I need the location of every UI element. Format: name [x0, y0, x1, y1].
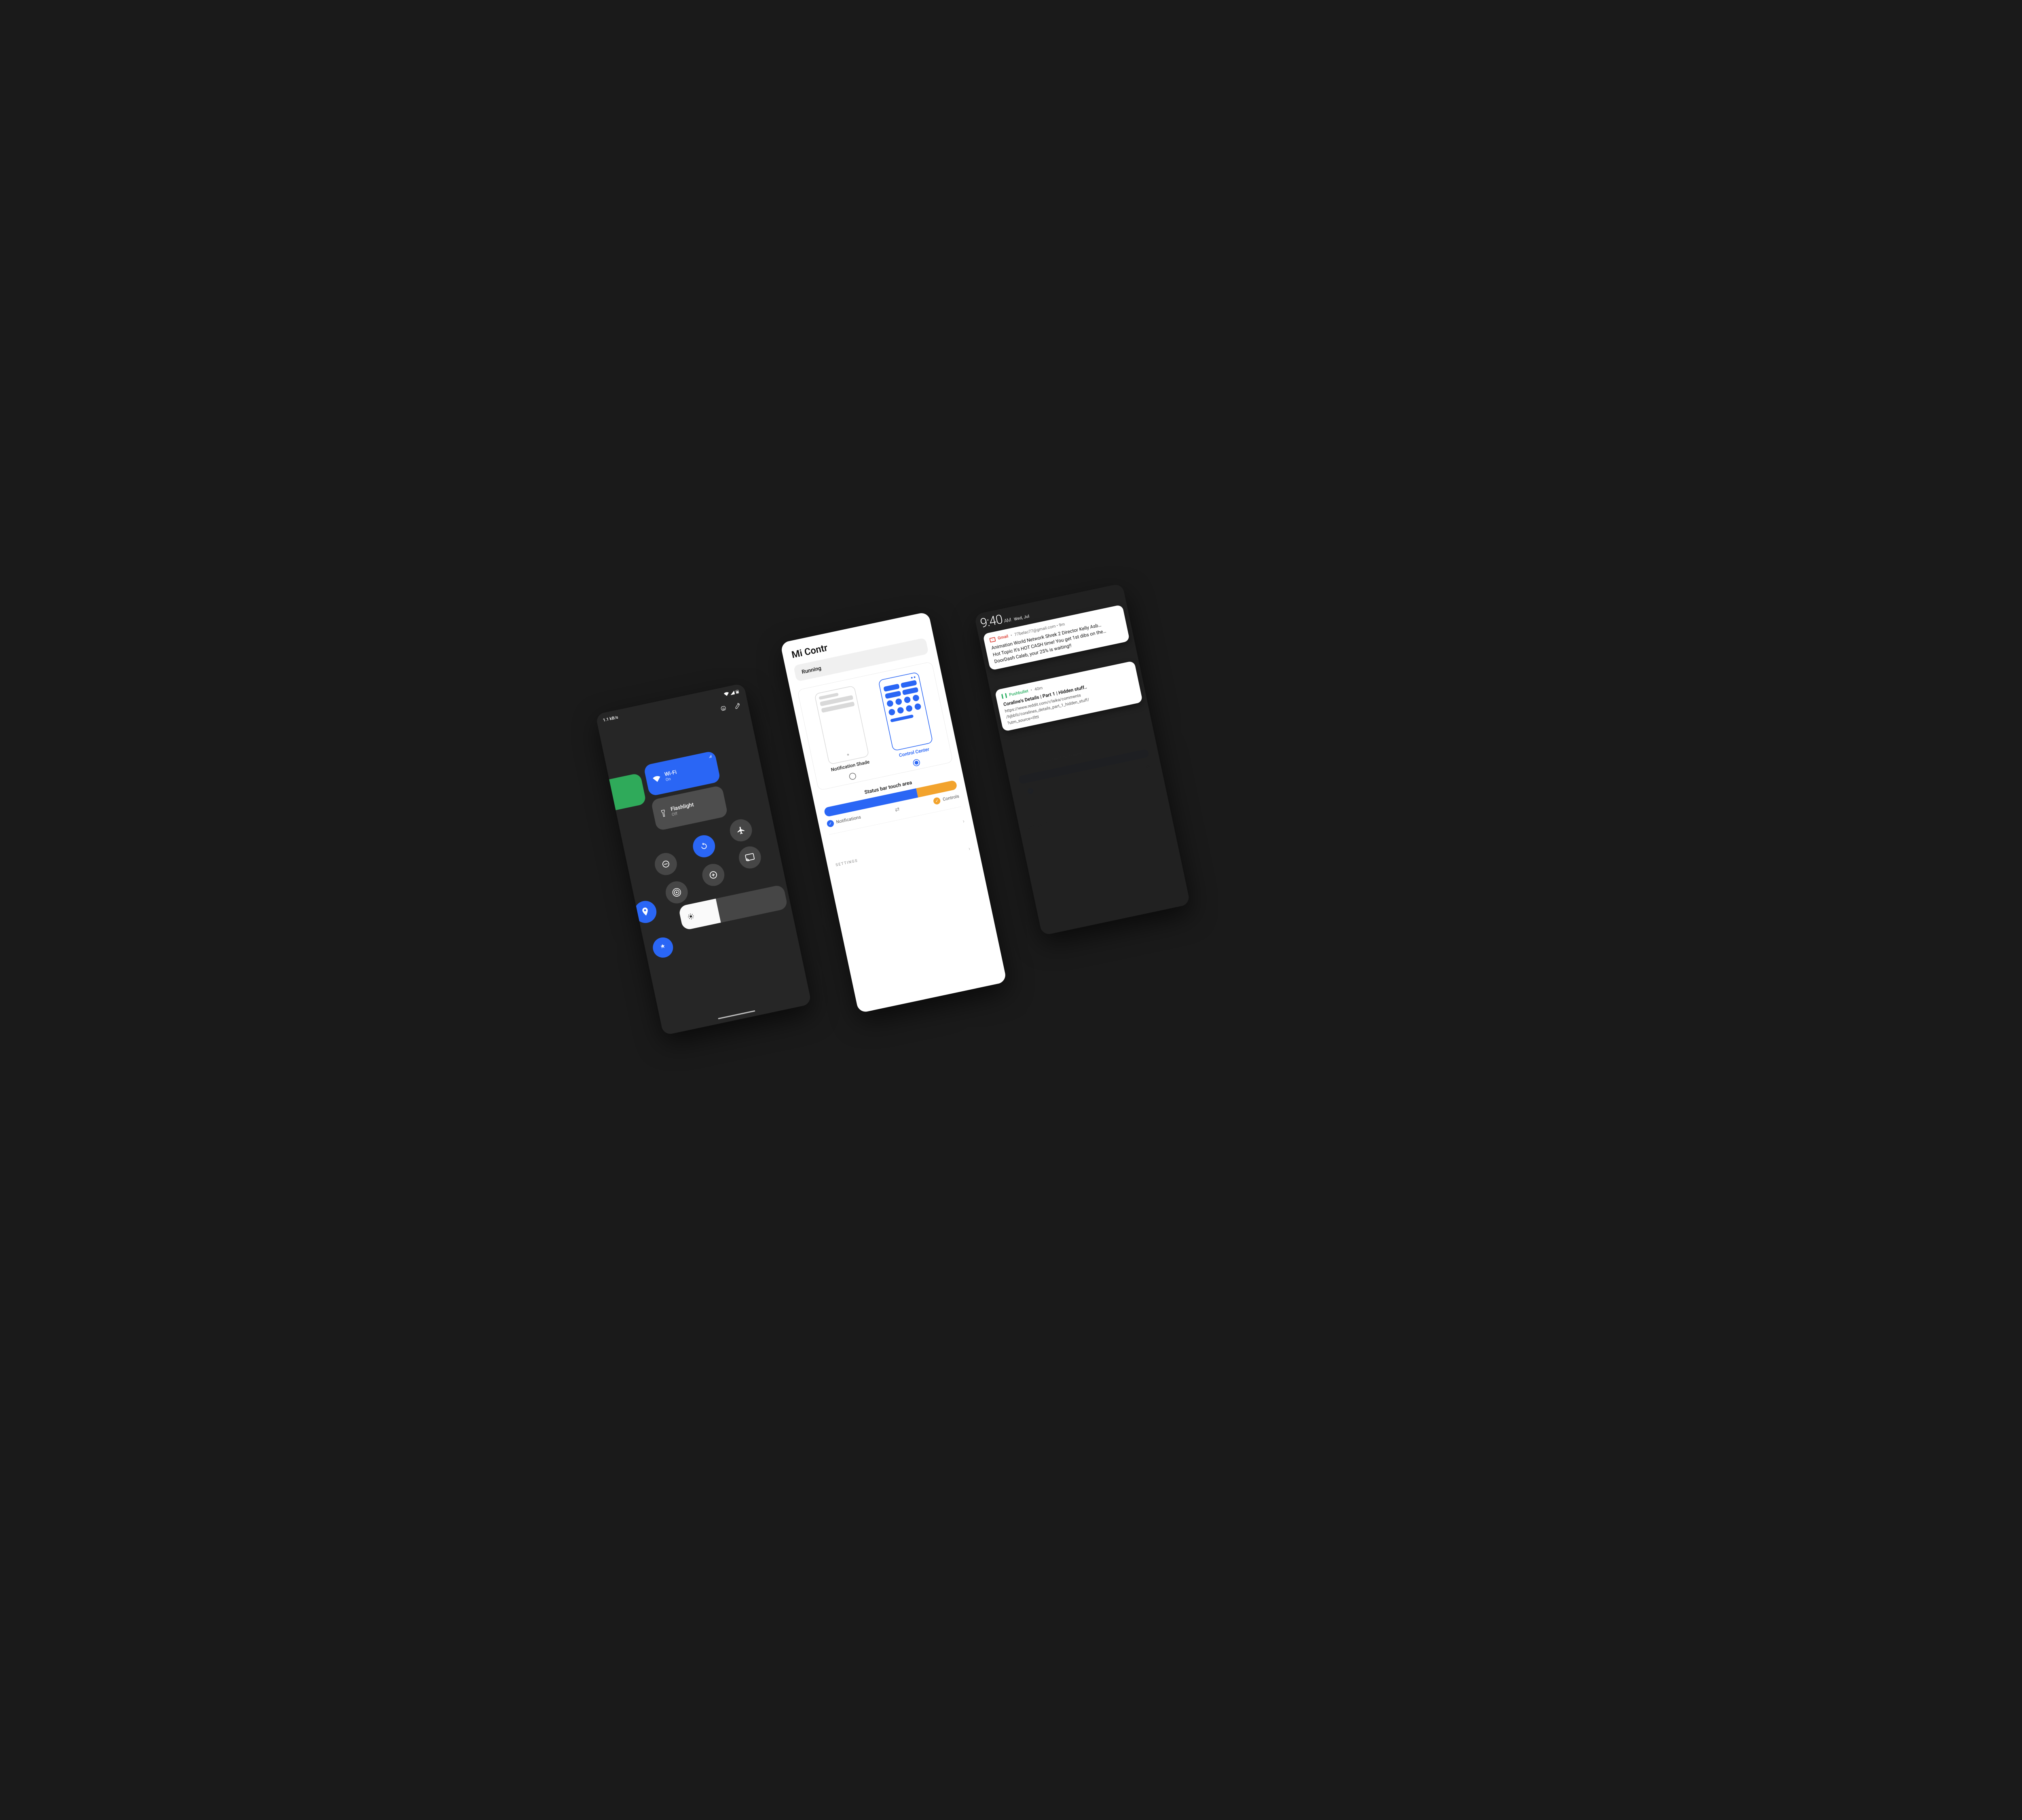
flashlight-icon — [659, 809, 668, 818]
mode-option-control-center[interactable]: Control Center — [875, 671, 940, 772]
left-phone-control-center: Notification Shade 1.1 kB/s nter ter ta … — [595, 683, 812, 1035]
settings-gear-icon[interactable] — [719, 704, 728, 714]
cast-icon — [745, 853, 755, 862]
status-date: Wed, Jul — [1013, 614, 1030, 622]
radio-selected[interactable] — [912, 759, 920, 767]
gmail-icon — [989, 637, 996, 643]
chevron-right-icon: › — [962, 818, 965, 825]
airplane-icon — [736, 825, 746, 836]
status-icons — [723, 690, 739, 696]
chevron-right-icon: › — [968, 845, 971, 852]
location-icon — [641, 907, 650, 917]
wifi-icon — [652, 774, 662, 784]
pushbullet-icon — [1001, 693, 1007, 699]
data-rate: 1.1 kB/s — [603, 715, 618, 722]
auto-brightness-icon: A — [658, 943, 668, 952]
dnd-icon — [661, 859, 670, 869]
rotate-icon — [699, 841, 709, 851]
hotspot-icon — [671, 887, 682, 898]
center-phone-settings: Mi Contr Running Notification Shade Cont… — [780, 612, 1007, 1013]
mode-selector: Notification Shade Control Center — [797, 661, 953, 790]
right-phone-notifications: Notification Shade Status bar touch area… — [974, 583, 1191, 935]
notif-app-name: Pushbullet — [1009, 689, 1029, 697]
notif-meta: 40m — [1034, 686, 1043, 692]
target-add-icon — [708, 870, 719, 880]
controls-touch-label[interactable]: ✓Controls — [933, 793, 960, 805]
expand-corner-icon — [708, 754, 712, 758]
check-icon: ✓ — [933, 797, 941, 805]
check-icon: ✓ — [826, 819, 834, 827]
notif-app-name: Gmail — [997, 634, 1009, 641]
mode-option-shade[interactable]: Notification Shade — [811, 685, 876, 786]
brightness-icon — [687, 912, 695, 921]
swap-icon[interactable]: ⇄ — [894, 806, 900, 813]
radio-unselected[interactable] — [848, 772, 857, 780]
edit-icon[interactable] — [733, 701, 742, 711]
